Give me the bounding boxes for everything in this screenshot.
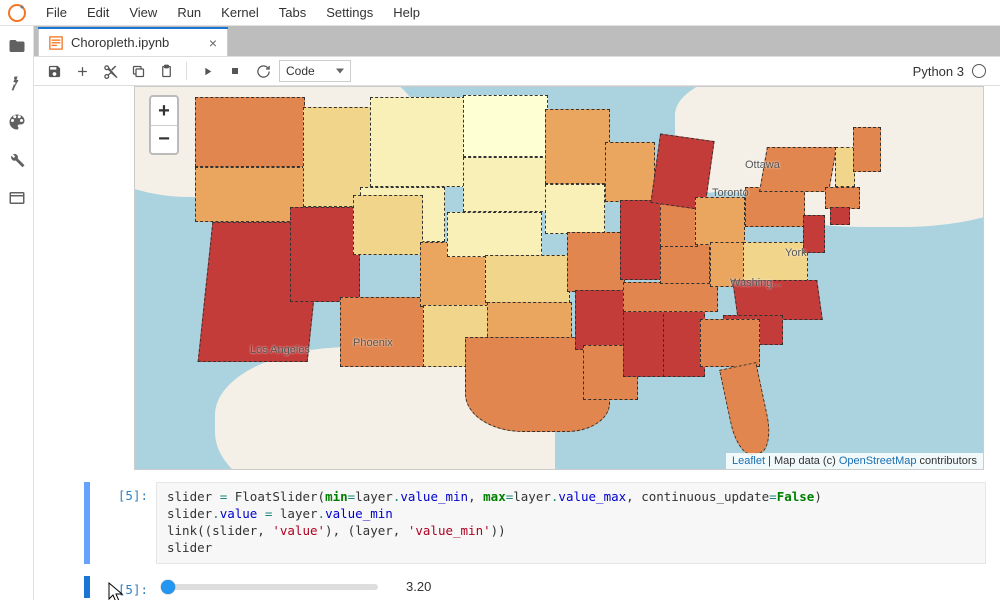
- state-vt-nh: [835, 147, 855, 187]
- menu-tabs[interactable]: Tabs: [269, 1, 316, 24]
- run-button[interactable]: [195, 59, 219, 83]
- state-ky: [660, 242, 710, 284]
- save-button[interactable]: [42, 59, 66, 83]
- osm-link[interactable]: OpenStreetMap: [839, 455, 917, 467]
- state-ok: [487, 302, 572, 342]
- state-ia: [545, 184, 605, 234]
- label-toronto: Toronto: [712, 187, 749, 199]
- state-ks: [485, 255, 570, 303]
- state-mo: [567, 232, 625, 292]
- state-nd: [463, 95, 548, 157]
- folder-icon[interactable]: [7, 36, 27, 56]
- panel-icon[interactable]: [7, 188, 27, 208]
- left-sidebar: [0, 26, 34, 600]
- add-cell-button[interactable]: [70, 59, 94, 83]
- state-wa-or-block: [195, 97, 305, 167]
- slider-thumb[interactable]: [161, 580, 175, 594]
- running-icon[interactable]: [7, 74, 27, 94]
- state-il: [620, 200, 662, 280]
- state-oh: [695, 197, 745, 245]
- jupyter-logo: [4, 0, 30, 26]
- tab-title: Choropleth.ipynb: [71, 35, 169, 50]
- celltype-select[interactable]: Code: [279, 60, 351, 82]
- code-cell-5[interactable]: [5]: slider = FloatSlider(min=layer.valu…: [34, 482, 1000, 564]
- state-ga: [700, 319, 760, 367]
- state-tn: [623, 282, 718, 312]
- state-wi: [605, 142, 655, 202]
- paste-button[interactable]: [154, 59, 178, 83]
- tab-choropleth[interactable]: Choropleth.ipynb ×: [38, 28, 228, 56]
- notebook-toolbar: Code Python 3: [34, 56, 1000, 86]
- cut-button[interactable]: [98, 59, 122, 83]
- label-new-york: York: [785, 247, 807, 259]
- copy-button[interactable]: [126, 59, 150, 83]
- leaflet-link[interactable]: Leaflet: [732, 455, 765, 467]
- label-los-angeles: Los Angeles: [250, 344, 310, 356]
- main-row: Choropleth.ipynb × Code Python 3: [0, 26, 1000, 600]
- state-ms: [623, 307, 665, 377]
- leaflet-map[interactable]: + −: [134, 86, 984, 470]
- celltype-value: Code: [286, 64, 315, 78]
- close-icon[interactable]: ×: [209, 35, 217, 51]
- state-ma: [825, 187, 860, 209]
- state-or: [195, 167, 305, 222]
- menubar: File Edit View Run Kernel Tabs Settings …: [0, 0, 1000, 26]
- zoom-control: + −: [149, 95, 179, 155]
- map-attribution: Leaflet | Map data (c) OpenStreetMap con…: [726, 453, 983, 469]
- label-ottawa: Ottawa: [745, 159, 780, 171]
- content-area: Choropleth.ipynb × Code Python 3: [34, 26, 1000, 600]
- state-mt: [370, 97, 465, 187]
- state-nv: [290, 207, 360, 302]
- menu-settings[interactable]: Settings: [316, 1, 383, 24]
- code-input[interactable]: slider = FloatSlider(min=layer.value_min…: [156, 482, 986, 564]
- label-phoenix: Phoenix: [353, 337, 393, 349]
- notebook-icon: [49, 36, 63, 50]
- menu-edit[interactable]: Edit: [77, 1, 119, 24]
- state-sd: [463, 157, 548, 212]
- menu-help[interactable]: Help: [383, 1, 430, 24]
- menu-run[interactable]: Run: [167, 1, 211, 24]
- kernel-status: Python 3: [913, 64, 992, 79]
- kernel-indicator-icon[interactable]: [972, 64, 986, 78]
- state-fl: [719, 362, 775, 458]
- out-prompt: [5]:: [92, 576, 156, 597]
- zoom-out-button[interactable]: −: [151, 125, 177, 153]
- stop-button[interactable]: [223, 59, 247, 83]
- app-root: File Edit View Run Kernel Tabs Settings …: [0, 0, 1000, 600]
- state-ct: [830, 207, 850, 225]
- menu-view[interactable]: View: [119, 1, 167, 24]
- state-me: [853, 127, 881, 172]
- tabbar: Choropleth.ipynb ×: [34, 26, 1000, 56]
- float-slider[interactable]: [164, 584, 378, 590]
- state-ar: [575, 290, 625, 350]
- slider-value: 3.20: [406, 579, 431, 594]
- state-pa: [745, 187, 805, 227]
- state-mn: [545, 109, 610, 184]
- notebook-body[interactable]: + −: [34, 86, 1000, 600]
- state-ne: [447, 212, 542, 257]
- kernel-name[interactable]: Python 3: [913, 64, 964, 79]
- palette-icon[interactable]: [7, 112, 27, 132]
- in-prompt: [5]:: [92, 482, 156, 564]
- restart-button[interactable]: [251, 59, 275, 83]
- output-cell-5: [5]: 3.20: [34, 576, 1000, 598]
- state-ut: [353, 195, 423, 255]
- menu-file[interactable]: File: [36, 1, 77, 24]
- zoom-in-button[interactable]: +: [151, 97, 177, 125]
- state-al: [663, 309, 705, 377]
- state-az: [340, 297, 425, 367]
- wrench-icon[interactable]: [7, 150, 27, 170]
- menu-kernel[interactable]: Kernel: [211, 1, 269, 24]
- label-washington: Washing...: [730, 277, 782, 289]
